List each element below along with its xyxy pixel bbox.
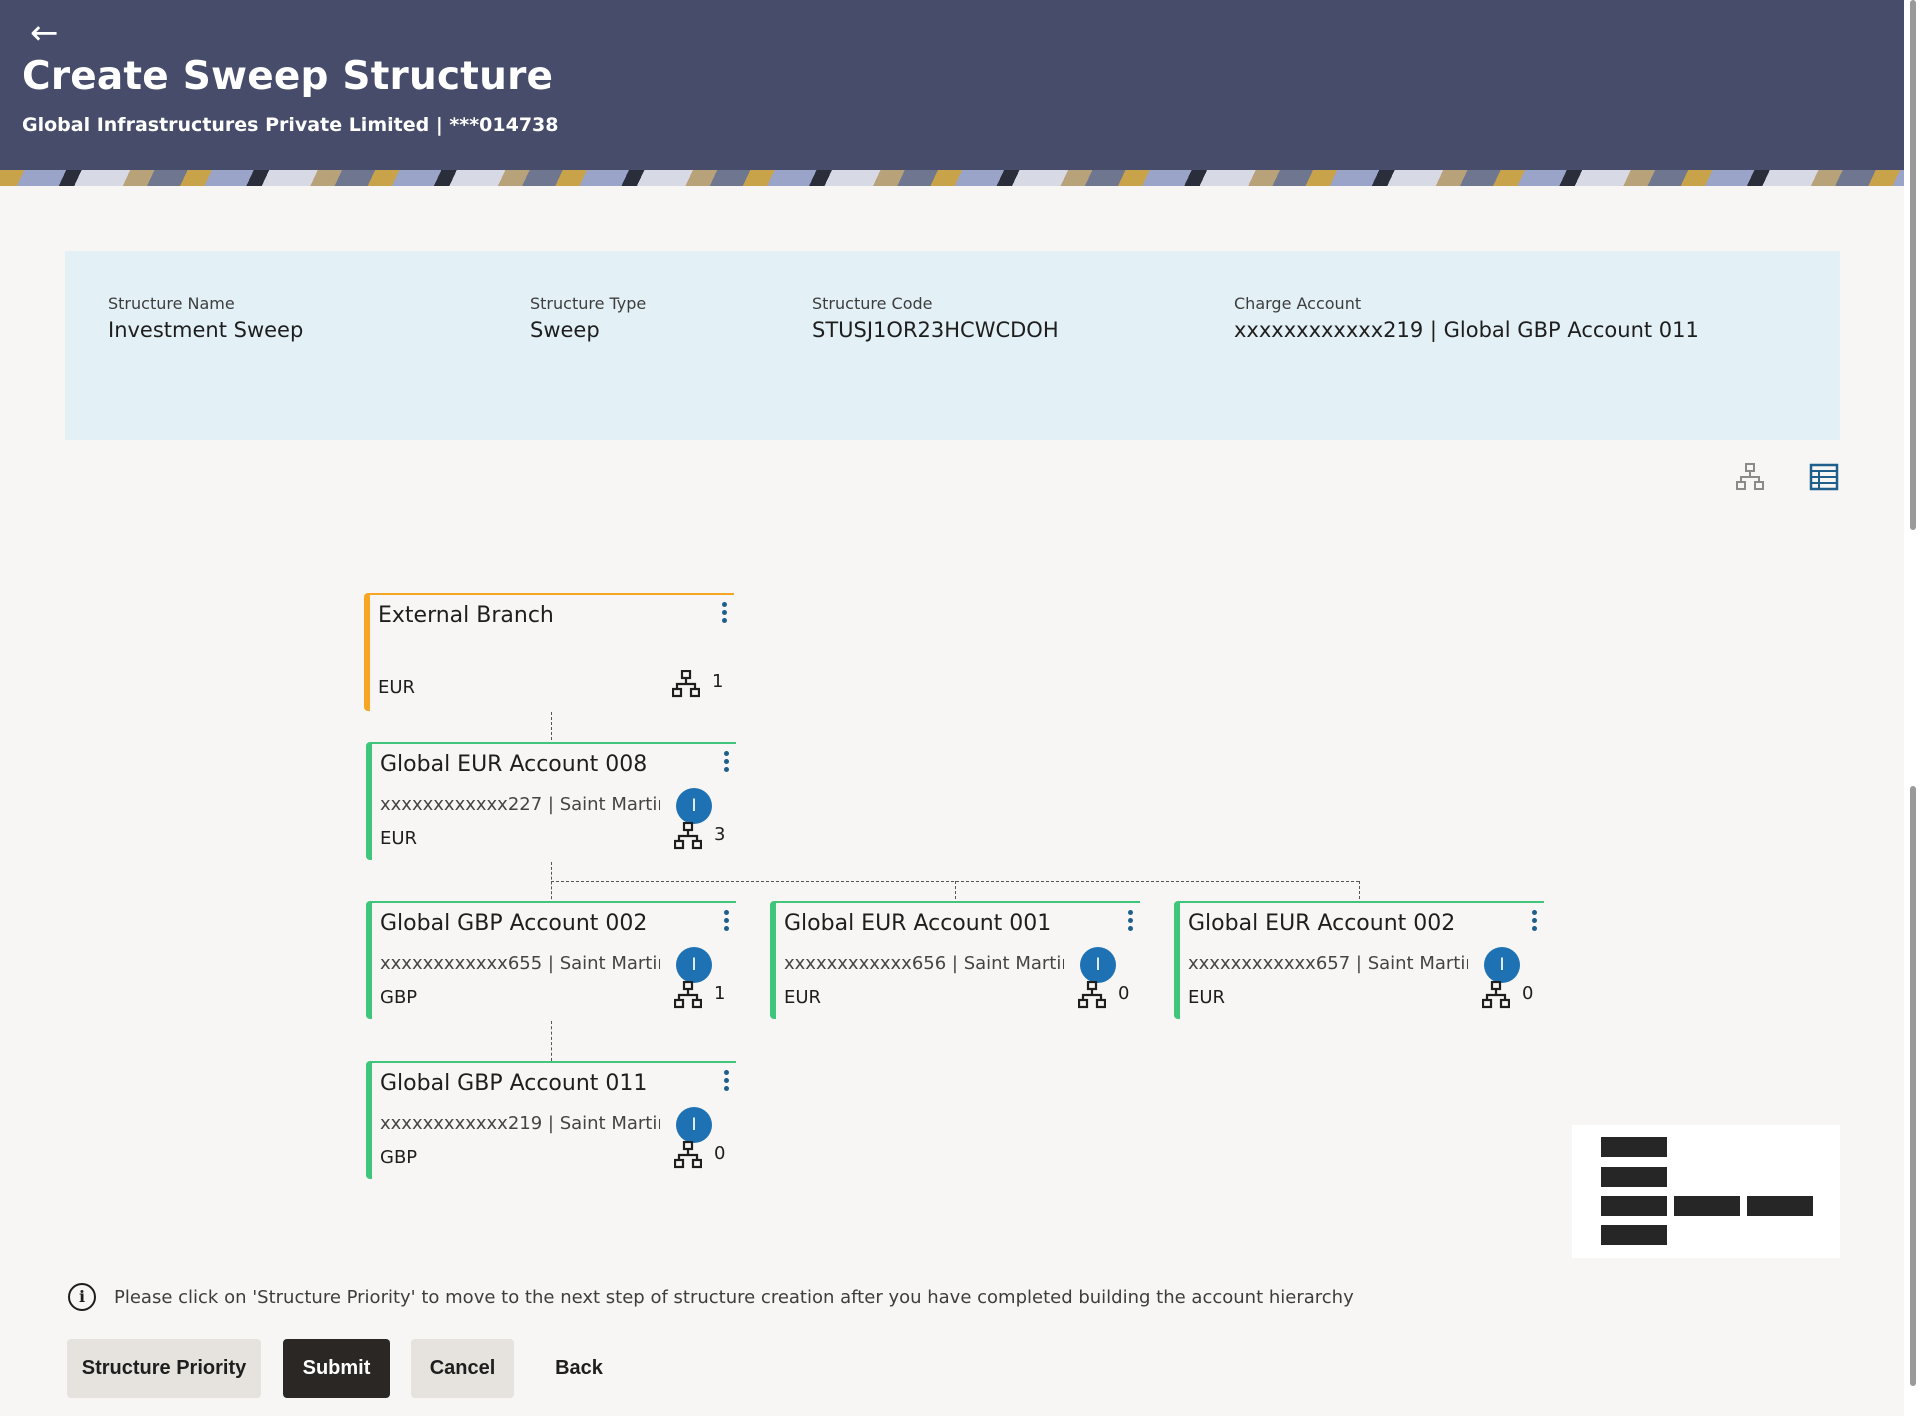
node-children-count: 0 <box>1522 983 1534 1004</box>
node-menu-icon[interactable] <box>718 1067 734 1099</box>
back-button[interactable]: Back <box>535 1339 623 1398</box>
arrow-left-icon[interactable]: ← <box>30 16 59 50</box>
info-icon: i <box>68 1283 96 1311</box>
node-currency: GBP <box>380 1147 418 1168</box>
node-account: xxxxxxxxxxxx219 | Saint Martin... <box>380 1113 660 1134</box>
node-children-count: 1 <box>712 671 724 692</box>
header-decorative-band <box>0 170 1904 186</box>
structure-name-value: Investment Sweep <box>108 318 304 342</box>
page-title: Create Sweep Structure <box>22 54 554 99</box>
node-children-count: 3 <box>714 824 726 845</box>
cancel-button[interactable]: Cancel <box>411 1339 514 1398</box>
node-currency: EUR <box>1188 987 1226 1008</box>
node-title: Global GBP Account 002 <box>380 911 648 936</box>
node-title: Global EUR Account 002 <box>1188 911 1456 936</box>
node-currency: EUR <box>378 677 416 698</box>
info-message: i Please click on 'Structure Priority' t… <box>68 1283 1354 1311</box>
node-currency: EUR <box>784 987 822 1008</box>
node-info-badge[interactable]: I <box>1080 947 1116 983</box>
info-message-text: Please click on 'Structure Priority' to … <box>114 1286 1354 1308</box>
tree-node-global-gbp-account-011[interactable]: Global GBP Account 011 xxxxxxxxxxxx219 |… <box>366 1061 736 1179</box>
hierarchy-icon <box>1482 981 1510 1009</box>
node-title: Global EUR Account 008 <box>380 752 648 777</box>
structure-type-value: Sweep <box>530 318 600 342</box>
structure-code-label: Structure Code <box>812 294 933 313</box>
minimap-node <box>1601 1225 1667 1245</box>
hierarchy-icon[interactable] <box>1735 462 1765 492</box>
charge-account-label: Charge Account <box>1234 294 1362 313</box>
node-children-count: 0 <box>714 1143 726 1164</box>
structure-summary-panel: Structure Name Investment Sweep Structur… <box>65 251 1840 440</box>
hierarchy-icon <box>674 1141 702 1169</box>
hierarchy-icon <box>674 981 702 1009</box>
minimap-node <box>1601 1196 1667 1216</box>
structure-name-label: Structure Name <box>108 294 235 313</box>
node-account: xxxxxxxxxxxx657 | Saint Martin... <box>1188 953 1468 974</box>
tree-node-external-branch[interactable]: External Branch EUR 1 <box>364 593 734 711</box>
page-subtitle: Global Infrastructures Private Limited |… <box>22 114 559 136</box>
tree-node-global-eur-account-002[interactable]: Global EUR Account 002 xxxxxxxxxxxx657 |… <box>1174 901 1544 1019</box>
node-menu-icon[interactable] <box>718 907 734 939</box>
node-info-badge[interactable]: I <box>676 788 712 824</box>
connector-level1-down <box>551 862 552 904</box>
structure-type-label: Structure Type <box>530 294 647 313</box>
scrollbar-thumb[interactable] <box>1910 0 1916 530</box>
hierarchy-icon <box>1078 981 1106 1009</box>
node-info-badge[interactable]: I <box>1484 947 1520 983</box>
node-children-count: 0 <box>1118 983 1130 1004</box>
submit-button[interactable]: Submit <box>283 1339 390 1398</box>
structure-type-field: Structure Type Sweep <box>530 294 646 342</box>
minimap-node <box>1747 1196 1813 1216</box>
connector-root-level1 <box>551 712 552 740</box>
node-account: xxxxxxxxxxxx656 | Saint Martin... <box>784 953 1064 974</box>
node-menu-icon[interactable] <box>1526 907 1542 939</box>
connector-level2-level3 <box>551 1021 552 1061</box>
node-info-badge[interactable]: I <box>676 1107 712 1143</box>
structure-code-field: Structure Code STUSJ1OR23HCWCDOH <box>812 294 1059 342</box>
node-title: External Branch <box>378 603 554 628</box>
node-title: Global GBP Account 011 <box>380 1071 648 1096</box>
node-menu-icon[interactable] <box>716 599 732 631</box>
tree-minimap[interactable] <box>1572 1125 1840 1258</box>
tree-node-global-gbp-account-002[interactable]: Global GBP Account 002 xxxxxxxxxxxx655 |… <box>366 901 736 1019</box>
minimap-node <box>1674 1196 1740 1216</box>
node-children-count: 1 <box>714 983 726 1004</box>
node-currency: GBP <box>380 987 418 1008</box>
hierarchy-icon <box>672 670 700 698</box>
tree-node-global-eur-account-008[interactable]: Global EUR Account 008 xxxxxxxxxxxx227 |… <box>366 742 736 860</box>
node-account: xxxxxxxxxxxx655 | Saint Martin... <box>380 953 660 974</box>
minimap-node <box>1601 1137 1667 1157</box>
tree-node-global-eur-account-001[interactable]: Global EUR Account 001 xxxxxxxxxxxx656 |… <box>770 901 1140 1019</box>
structure-code-value: STUSJ1OR23HCWCDOH <box>812 318 1059 342</box>
node-info-badge[interactable]: I <box>676 947 712 983</box>
node-currency: EUR <box>380 828 418 849</box>
node-menu-icon[interactable] <box>1122 907 1138 939</box>
structure-priority-button[interactable]: Structure Priority <box>67 1339 261 1398</box>
table-icon[interactable] <box>1809 462 1839 492</box>
structure-name-field: Structure Name Investment Sweep <box>108 294 303 342</box>
charge-account-field: Charge Account xxxxxxxxxxxx219 | Global … <box>1234 294 1699 342</box>
charge-account-value: xxxxxxxxxxxx219 | Global GBP Account 011 <box>1234 318 1699 342</box>
page-header: ← Create Sweep Structure Global Infrastr… <box>0 0 1904 186</box>
node-menu-icon[interactable] <box>718 748 734 780</box>
scrollbar-thumb-secondary[interactable] <box>1910 786 1916 1386</box>
minimap-node <box>1601 1167 1667 1187</box>
node-account: xxxxxxxxxxxx227 | Saint Martin... <box>380 794 660 815</box>
hierarchy-icon <box>674 822 702 850</box>
node-title: Global EUR Account 001 <box>784 911 1052 936</box>
